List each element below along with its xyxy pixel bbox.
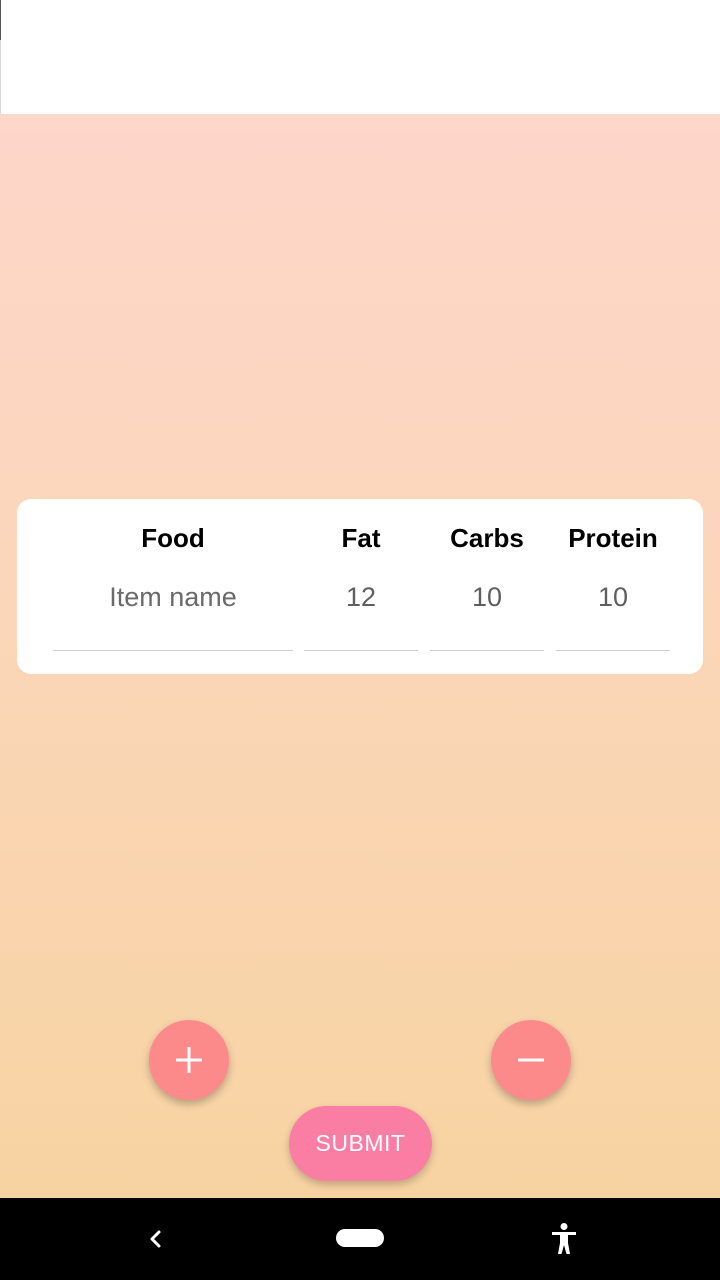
system-navigation-bar	[0, 1198, 720, 1280]
remove-row-button[interactable]	[491, 1020, 571, 1100]
accessibility-button[interactable]	[548, 1222, 580, 1261]
food-name-field[interactable]: Item name	[53, 575, 293, 651]
header-food: Food	[141, 523, 205, 553]
food-entry-card: Food Fat Carbs Protein Item name 12 10 1…	[17, 499, 703, 674]
add-row-button[interactable]	[149, 1020, 229, 1100]
protein-field[interactable]: 10	[556, 575, 670, 651]
plus-icon	[176, 1047, 202, 1073]
top-blank-area	[0, 0, 720, 114]
top-edge-divider	[0, 0, 1, 114]
back-button[interactable]	[143, 1224, 169, 1259]
fat-field[interactable]: 12	[304, 575, 418, 651]
main-content: Food Fat Carbs Protein Item name 12 10 1…	[0, 114, 720, 1198]
home-pill-icon[interactable]	[336, 1229, 384, 1247]
app-screen: Food Fat Carbs Protein Item name 12 10 1…	[0, 0, 720, 1280]
carbs-field[interactable]: 10	[430, 575, 544, 651]
header-protein: Protein	[568, 523, 658, 553]
header-fat: Fat	[341, 523, 381, 553]
minus-icon	[518, 1058, 544, 1062]
header-carbs: Carbs	[450, 523, 524, 553]
back-chevron-icon	[150, 1230, 161, 1248]
submit-button[interactable]: SUBMIT	[289, 1106, 432, 1181]
accessibility-icon	[552, 1223, 576, 1254]
